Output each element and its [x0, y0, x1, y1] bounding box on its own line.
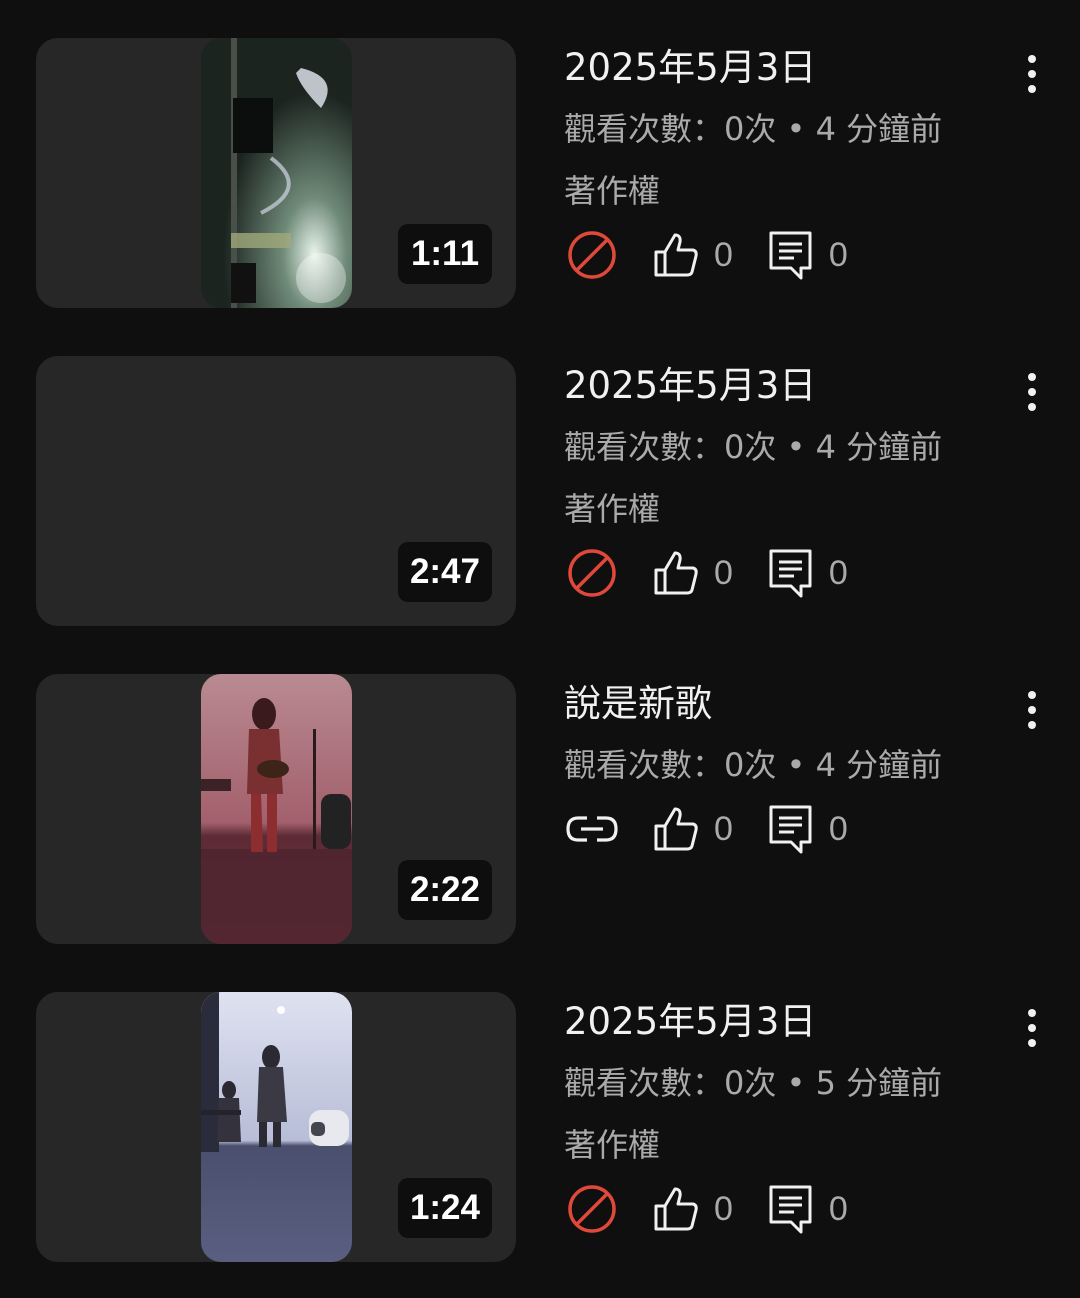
- video-info: 2025年5月3日 觀看次數：0次 • 4 分鐘前 著作權 0 0: [564, 356, 1004, 606]
- comment-count: 0: [828, 553, 848, 592]
- more-options-icon[interactable]: [1012, 364, 1052, 420]
- video-actions: 0 0: [564, 540, 1004, 606]
- comment-count: 0: [828, 1189, 848, 1228]
- comment-count: 0: [828, 809, 848, 848]
- video-actions: 0 0: [564, 796, 1004, 862]
- video-actions: 0 0: [564, 1176, 1004, 1242]
- video-thumbnail[interactable]: 1:24: [36, 992, 516, 1262]
- link-icon[interactable]: [564, 801, 620, 857]
- duration-badge: 2:47: [397, 542, 492, 602]
- comment-count: 0: [828, 235, 848, 274]
- like-count: 0: [714, 809, 733, 848]
- thumbnail-image: [201, 992, 352, 1262]
- video-item[interactable]: 2:47 2025年5月3日 觀看次數：0次 • 4 分鐘前 著作權 0 0: [0, 356, 1080, 626]
- video-views: 觀看次數：0次 • 4 分鐘前: [564, 110, 943, 148]
- video-views: 觀看次數：0次 • 4 分鐘前: [564, 746, 943, 784]
- video-status: 著作權: [564, 490, 661, 528]
- video-title[interactable]: 2025年5月3日: [564, 38, 1004, 98]
- like-count: 0: [714, 553, 733, 592]
- video-list: 1:11 2025年5月3日 觀看次數：0次 • 4 分鐘前 著作權 0 0 2…: [0, 0, 1080, 1298]
- duration-badge: 1:11: [398, 224, 492, 284]
- more-options-icon[interactable]: [1012, 1000, 1052, 1056]
- thumbs-up-icon[interactable]: [648, 1181, 704, 1237]
- video-actions: 0 0: [564, 222, 1004, 288]
- video-item[interactable]: 1:11 2025年5月3日 觀看次數：0次 • 4 分鐘前 著作權 0 0: [0, 38, 1080, 308]
- duration-badge: 1:24: [397, 1178, 492, 1238]
- thumbs-up-icon[interactable]: [648, 545, 704, 601]
- comment-icon[interactable]: [763, 1181, 819, 1237]
- blocked-icon[interactable]: [564, 227, 620, 283]
- blocked-icon[interactable]: [564, 1181, 620, 1237]
- comment-icon[interactable]: [763, 545, 819, 601]
- thumbnail-image: [201, 674, 352, 944]
- more-options-icon[interactable]: [1012, 46, 1052, 102]
- video-item[interactable]: 2:22 說是新歌 觀看次數：0次 • 4 分鐘前 0 0: [0, 674, 1080, 944]
- thumbs-up-icon[interactable]: [648, 801, 704, 857]
- comment-icon[interactable]: [763, 801, 819, 857]
- video-views: 觀看次數：0次 • 4 分鐘前: [564, 428, 943, 466]
- duration-badge: 2:22: [397, 860, 492, 920]
- like-count: 0: [714, 1189, 733, 1228]
- video-views: 觀看次數：0次 • 5 分鐘前: [564, 1064, 943, 1102]
- video-title[interactable]: 2025年5月3日: [564, 992, 1004, 1052]
- more-options-icon[interactable]: [1012, 682, 1052, 738]
- comment-icon[interactable]: [763, 227, 819, 283]
- video-title[interactable]: 說是新歌: [564, 674, 1004, 734]
- video-thumbnail[interactable]: 2:22: [36, 674, 516, 944]
- video-info: 說是新歌 觀看次數：0次 • 4 分鐘前 0 0: [564, 674, 1004, 862]
- like-count: 0: [714, 235, 733, 274]
- video-status: 著作權: [564, 1126, 661, 1164]
- video-thumbnail[interactable]: 2:47: [36, 356, 516, 626]
- video-thumbnail[interactable]: 1:11: [36, 38, 516, 308]
- thumbnail-image: [201, 38, 352, 308]
- thumbs-up-icon[interactable]: [648, 227, 704, 283]
- video-title[interactable]: 2025年5月3日: [564, 356, 1004, 416]
- video-status: 著作權: [564, 172, 661, 210]
- video-info: 2025年5月3日 觀看次數：0次 • 4 分鐘前 著作權 0 0: [564, 38, 1004, 288]
- blocked-icon[interactable]: [564, 545, 620, 601]
- video-item[interactable]: 1:24 2025年5月3日 觀看次數：0次 • 5 分鐘前 著作權 0 0: [0, 992, 1080, 1262]
- video-info: 2025年5月3日 觀看次數：0次 • 5 分鐘前 著作權 0 0: [564, 992, 1004, 1242]
